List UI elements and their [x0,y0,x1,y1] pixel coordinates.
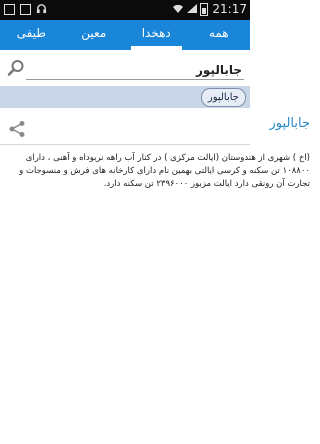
suggestion-chip[interactable]: جابالپور [200,88,246,107]
search-bar [0,55,250,85]
signal-icon [186,3,198,15]
clock: 21:17 [212,2,247,16]
tab-teyfi[interactable]: طیفی [0,20,63,50]
headphones-icon [36,3,47,15]
search-input[interactable] [28,59,244,81]
suggestion-strip: جابالپور [0,86,250,108]
search-icon[interactable] [7,59,25,77]
search-underline [26,79,244,80]
status-right: 21:17 [172,2,247,16]
battery-icon [200,2,209,16]
tab-moein[interactable]: معین [63,20,126,50]
tab-bar: همه دهخدا معین طیفی [0,20,250,50]
result-title: جابالپور [269,116,310,131]
wifi-icon [172,3,184,15]
status-bar: 21:17 [0,0,250,20]
sd-card-icon [4,3,15,15]
status-left [4,3,47,15]
result-divider [0,144,250,145]
image-icon [20,3,31,15]
share-icon[interactable] [8,120,26,138]
result-body: (اخ ) شهری از هندوستان (ایالت مرکزی ) در… [19,153,310,189]
tab-all[interactable]: همه [188,20,251,50]
tab-dehkhoda[interactable]: دهخدا [125,20,188,50]
